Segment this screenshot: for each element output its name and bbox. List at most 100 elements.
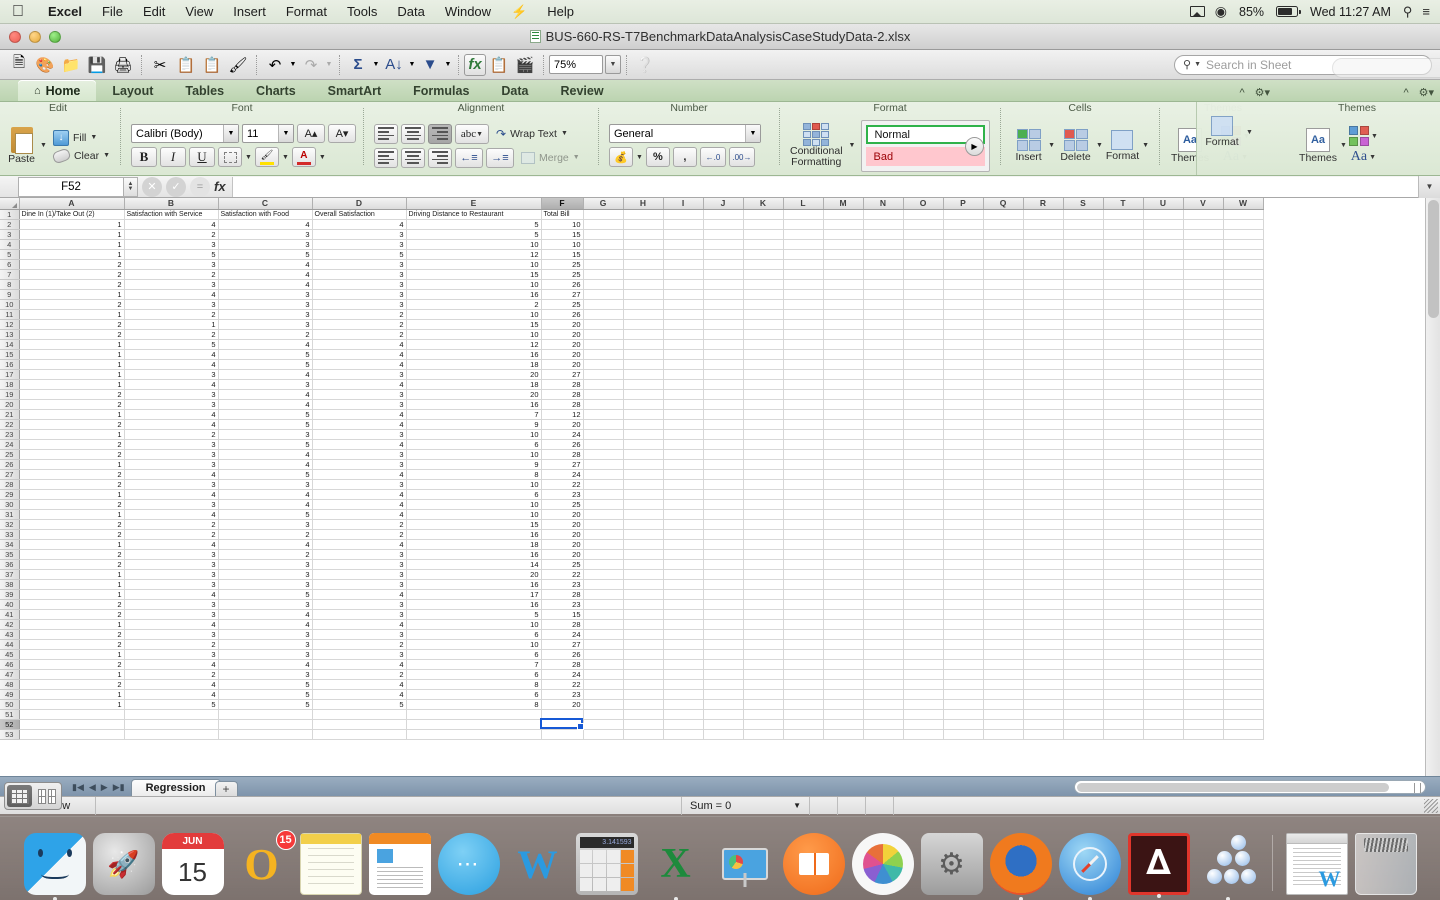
cell-Q17[interactable] [983, 369, 1024, 380]
cell-U22[interactable] [1143, 419, 1184, 430]
cell-T53[interactable] [1103, 729, 1144, 740]
cell-V2[interactable] [1183, 219, 1224, 230]
cell-O50[interactable] [903, 699, 944, 710]
cell-N28[interactable] [863, 479, 904, 490]
align-center-button[interactable] [401, 147, 425, 168]
cell-V26[interactable] [1183, 459, 1224, 470]
cell-Q19[interactable] [983, 389, 1024, 400]
cell-O9[interactable] [903, 289, 944, 300]
cell-R50[interactable] [1023, 699, 1064, 710]
cell-D4[interactable]: 3 [312, 239, 407, 250]
cell-H20[interactable] [623, 399, 664, 410]
cell-V1[interactable] [1183, 209, 1224, 220]
zoom-level-input[interactable]: 75% [549, 55, 603, 74]
column-header-m[interactable]: M [823, 198, 864, 210]
cell-F34[interactable]: 20 [541, 539, 584, 550]
row-header-18[interactable]: 18 [0, 379, 20, 390]
cell-S5[interactable] [1063, 249, 1104, 260]
cell-F42[interactable]: 28 [541, 619, 584, 630]
cell-H14[interactable] [623, 339, 664, 350]
cell-C30[interactable]: 4 [218, 499, 313, 510]
cell-O36[interactable] [903, 559, 944, 570]
cell-M34[interactable] [823, 539, 864, 550]
cell-U9[interactable] [1143, 289, 1184, 300]
column-header-a[interactable]: A [19, 198, 125, 210]
cell-Q37[interactable] [983, 569, 1024, 580]
cell-G10[interactable] [583, 299, 624, 310]
cell-S37[interactable] [1063, 569, 1104, 580]
cell-D27[interactable]: 4 [312, 469, 407, 480]
cell-A17[interactable]: 1 [19, 369, 125, 380]
cell-L48[interactable] [783, 679, 824, 690]
cell-O14[interactable] [903, 339, 944, 350]
cell-A7[interactable]: 2 [19, 269, 125, 280]
cell-D37[interactable]: 3 [312, 569, 407, 580]
cell-F37[interactable]: 22 [541, 569, 584, 580]
cell-P45[interactable] [943, 649, 984, 660]
cell-P36[interactable] [943, 559, 984, 570]
cell-N18[interactable] [863, 379, 904, 390]
cell-P51[interactable] [943, 709, 984, 720]
cell-S27[interactable] [1063, 469, 1104, 480]
cell-I28[interactable] [663, 479, 704, 490]
cell-I36[interactable] [663, 559, 704, 570]
cell-K42[interactable] [743, 619, 784, 630]
cell-J34[interactable] [703, 539, 744, 550]
cell-F16[interactable]: 20 [541, 359, 584, 370]
column-header-o[interactable]: O [903, 198, 944, 210]
cell-C52[interactable] [218, 719, 313, 730]
cell-H29[interactable] [623, 489, 664, 500]
cell-D39[interactable]: 4 [312, 589, 407, 600]
cell-F8[interactable]: 26 [541, 279, 584, 290]
merge-button[interactable]: Merge ▼ [521, 151, 580, 164]
cell-B2[interactable]: 4 [124, 219, 219, 230]
cell-B4[interactable]: 3 [124, 239, 219, 250]
cell-K45[interactable] [743, 649, 784, 660]
cell-L25[interactable] [783, 449, 824, 460]
row-header-49[interactable]: 49 [0, 689, 20, 700]
cell-F6[interactable]: 25 [541, 259, 584, 270]
cell-B44[interactable]: 2 [124, 639, 219, 650]
cell-W4[interactable] [1223, 239, 1264, 250]
cell-R31[interactable] [1023, 509, 1064, 520]
cell-J9[interactable] [703, 289, 744, 300]
cell-J10[interactable] [703, 299, 744, 310]
cell-T2[interactable] [1103, 219, 1144, 230]
cell-L30[interactable] [783, 499, 824, 510]
cell-W26[interactable] [1223, 459, 1264, 470]
cell-I19[interactable] [663, 389, 704, 400]
cell-U36[interactable] [1143, 559, 1184, 570]
cell-F38[interactable]: 23 [541, 579, 584, 590]
cell-W27[interactable] [1223, 469, 1264, 480]
cell-C35[interactable]: 2 [218, 549, 313, 560]
cell-D15[interactable]: 4 [312, 349, 407, 360]
script-menu-icon[interactable]: ⚡ [501, 4, 537, 20]
wrap-text-chevron-down-icon[interactable]: ▼ [561, 130, 568, 137]
cell-N30[interactable] [863, 499, 904, 510]
cell-Q22[interactable] [983, 419, 1024, 430]
cell-T1[interactable] [1103, 209, 1144, 220]
cell-H47[interactable] [623, 669, 664, 680]
cell-I6[interactable] [663, 259, 704, 270]
cell-H10[interactable] [623, 299, 664, 310]
cell-A26[interactable]: 1 [19, 459, 125, 470]
cell-K48[interactable] [743, 679, 784, 690]
cell-G49[interactable] [583, 689, 624, 700]
cell-E10[interactable]: 2 [406, 299, 542, 310]
cell-N11[interactable] [863, 309, 904, 320]
cell-I53[interactable] [663, 729, 704, 740]
cell-I33[interactable] [663, 529, 704, 540]
cell-F41[interactable]: 15 [541, 609, 584, 620]
themes-ghost-chevron-down-icon[interactable]: ▼ [1340, 142, 1347, 149]
cell-Q52[interactable] [983, 719, 1024, 730]
cell-I12[interactable] [663, 319, 704, 330]
cell-Q4[interactable] [983, 239, 1024, 250]
cell-D44[interactable]: 2 [312, 639, 407, 650]
decrease-indent-button[interactable]: ←≡ [455, 147, 483, 168]
column-header-v[interactable]: V [1183, 198, 1224, 210]
cell-O45[interactable] [903, 649, 944, 660]
cell-U1[interactable] [1143, 209, 1184, 220]
cell-U34[interactable] [1143, 539, 1184, 550]
cell-T42[interactable] [1103, 619, 1144, 630]
cell-W19[interactable] [1223, 389, 1264, 400]
